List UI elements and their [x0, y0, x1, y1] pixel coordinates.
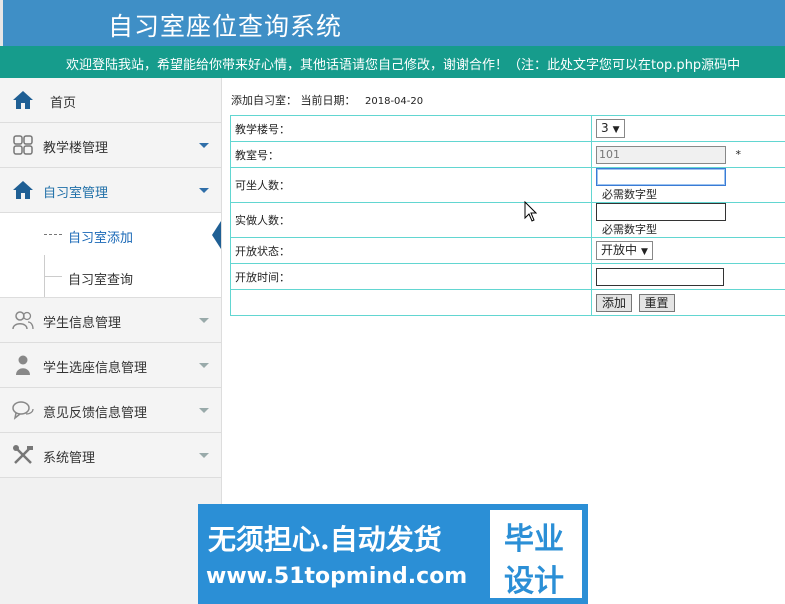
room-label: 教室号： — [230, 141, 592, 168]
status-label: 开放状态： — [230, 237, 592, 264]
current-date: 2018-04-20 — [365, 96, 424, 107]
seats-label: 可坐人数： — [230, 167, 592, 203]
sidebar-item-label: 系统管理 — [43, 451, 96, 466]
app-title: 自习室座位查询系统 — [108, 12, 343, 41]
add-button[interactable]: 添加 — [596, 293, 633, 312]
sidebar-item-home[interactable]: 首页 — [0, 78, 221, 123]
promo-banner[interactable]: 无须担心.自动发货 www.51topmind.com 毕业 设计 — [198, 504, 588, 604]
actual-hint: 必需数字型 — [602, 223, 657, 236]
page-title: 添加自习室： — [231, 94, 297, 107]
breadcrumb: 添加自习室： 当前日期： 2018-04-20 — [231, 92, 423, 108]
banner-headline: 无须担心.自动发货 — [208, 523, 442, 556]
actions-cell: 添加 重置 — [591, 289, 785, 316]
actual-seats-input[interactable] — [596, 203, 726, 221]
sidebar-item-rooms[interactable]: 自习室管理 — [0, 168, 221, 213]
users-icon — [12, 311, 34, 330]
building-cell: 3 ▼ — [591, 115, 785, 142]
sidebar-item-feedback[interactable]: 意见反馈信息管理 — [0, 388, 221, 433]
seats-input[interactable] — [596, 168, 726, 186]
chevron-down-icon — [199, 408, 209, 413]
app-header: 自习室座位查询系统 — [0, 0, 785, 46]
time-label: 开放时间： — [230, 263, 592, 290]
reset-button[interactable]: 重置 — [638, 293, 675, 312]
sidebar-item-label: 教学楼管理 — [43, 141, 109, 156]
submenu-item-add-room[interactable]: 自习室添加 — [0, 213, 221, 255]
notice-text: 欢迎登陆我站，希望能给你带来好心情，其他话语请您自己修改，谢谢合作！（注：此处文… — [66, 58, 741, 73]
home-icon — [13, 91, 33, 109]
status-select-value: 开放中 — [601, 243, 638, 257]
sidebar-item-seat-selection[interactable]: 学生选座信息管理 — [0, 343, 221, 388]
form-row-building: 教学楼号： 3 ▼ — [230, 115, 785, 142]
building-select-value: 3 — [601, 121, 609, 135]
building-select[interactable]: 3 ▼ — [596, 119, 625, 138]
sidebar-item-buildings[interactable]: 教学楼管理 — [0, 123, 221, 168]
grid-icon — [13, 135, 33, 155]
sidebar-item-students[interactable]: 学生信息管理 — [0, 298, 221, 343]
chevron-down-icon — [199, 143, 209, 148]
form-row-room: 教室号： 101 * — [230, 141, 785, 168]
actions-spacer — [230, 289, 592, 316]
active-indicator — [212, 221, 221, 249]
form-row-time: 开放时间： — [230, 263, 785, 290]
add-room-form: 教学楼号： 3 ▼ 教室号： 101 * 可坐人数： 必需数字型 实做人数： 必… — [230, 115, 785, 316]
submenu-item-label: 自习室添加 — [68, 231, 134, 246]
mouse-cursor-icon — [524, 201, 537, 222]
actual-label: 实做人数： — [230, 202, 592, 238]
status-cell: 开放中 ▼ — [591, 237, 785, 264]
banner-right: 毕业 设计 — [484, 504, 588, 604]
form-row-actions: 添加 重置 — [230, 289, 785, 316]
chevron-down-icon — [199, 453, 209, 458]
banner-badge-line2: 设计 — [504, 564, 564, 599]
sidebar-item-system[interactable]: 系统管理 — [0, 433, 221, 478]
room-cell: 101 * — [591, 141, 785, 168]
dropdown-arrow-icon: ▼ — [641, 247, 648, 257]
actual-cell: 必需数字型 — [591, 202, 785, 238]
sidebar-item-label: 首页 — [50, 96, 77, 111]
chevron-down-icon — [199, 318, 209, 323]
notice-bar: 欢迎登陆我站，希望能给你带来好心情，其他话语请您自己修改，谢谢合作！（注：此处文… — [0, 46, 785, 78]
sidebar-item-label: 学生信息管理 — [43, 316, 122, 331]
chevron-down-icon — [199, 363, 209, 368]
seats-cell: 必需数字型 — [591, 167, 785, 203]
banner-badge: 毕业 设计 — [488, 508, 584, 600]
seats-hint: 必需数字型 — [602, 188, 657, 201]
chat-icon — [12, 401, 34, 420]
time-cell — [591, 263, 785, 290]
banner-left: 无须担心.自动发货 www.51topmind.com — [198, 504, 484, 604]
chevron-down-icon — [199, 188, 209, 193]
form-row-seats: 可坐人数： 必需数字型 — [230, 167, 785, 203]
rooms-submenu: 自习室添加 自习室查询 — [0, 213, 221, 298]
banner-badge-line1: 毕业 — [504, 522, 564, 557]
tree-connector — [44, 276, 62, 277]
header-edge — [0, 0, 3, 46]
banner-url: www.51topmind.com — [206, 564, 468, 589]
date-label: 当前日期： — [300, 94, 356, 107]
user-icon — [16, 355, 30, 375]
status-select[interactable]: 开放中 ▼ — [596, 241, 653, 260]
building-label: 教学楼号： — [230, 115, 592, 142]
open-time-input[interactable] — [596, 267, 724, 286]
sidebar-item-label: 自习室管理 — [43, 186, 109, 201]
home-icon — [13, 181, 33, 199]
sidebar-item-label: 学生选座信息管理 — [43, 361, 148, 376]
dropdown-arrow-icon: ▼ — [612, 125, 620, 135]
submenu-item-label: 自习室查询 — [68, 273, 134, 288]
required-mark: * — [735, 147, 742, 161]
sidebar: 首页 教学楼管理 自习室管理 自习室添加 自习室查询 学生信息管理 学生选座信息… — [0, 78, 222, 604]
tree-connector — [44, 234, 62, 235]
form-row-actual: 实做人数： 必需数字型 — [230, 202, 785, 238]
sidebar-item-label: 意见反馈信息管理 — [43, 406, 148, 421]
room-number-input[interactable]: 101 — [596, 145, 726, 164]
form-row-status: 开放状态： 开放中 ▼ — [230, 237, 785, 264]
submenu-item-query-room[interactable]: 自习室查询 — [0, 255, 221, 297]
tools-icon — [13, 445, 33, 464]
